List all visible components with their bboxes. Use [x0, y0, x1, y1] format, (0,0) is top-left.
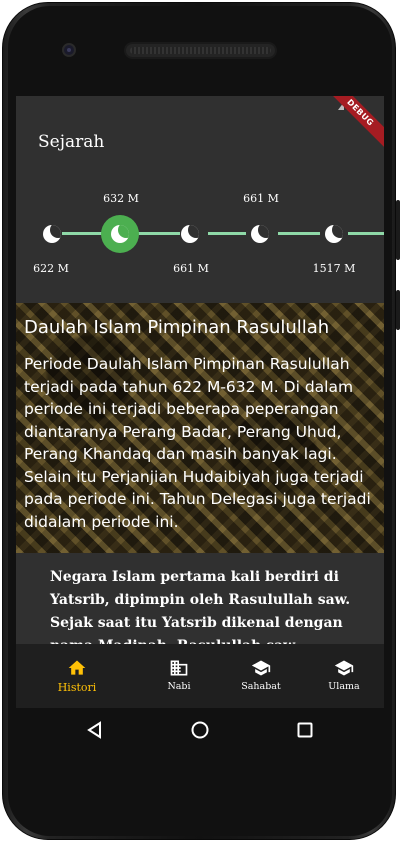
- crescent-moon-icon: [181, 225, 199, 243]
- nav-item-ulama[interactable]: Ulama: [309, 658, 379, 692]
- timeline-connector: [208, 232, 246, 235]
- period-banner: Daulah Islam Pimpinan Rasulullah Periode…: [16, 303, 384, 553]
- timeline-connector: [278, 232, 320, 235]
- back-icon[interactable]: [86, 721, 104, 739]
- recents-icon[interactable]: [296, 721, 314, 739]
- timeline-year-label: 632 M: [103, 192, 139, 205]
- timeline-node[interactable]: [176, 220, 204, 248]
- timeline-year-label: 661 M: [243, 192, 279, 205]
- timeline-node[interactable]: [320, 220, 348, 248]
- timeline-year-label: 661 M: [173, 262, 209, 275]
- timeline-connector: [136, 232, 180, 235]
- earpiece-speaker: [124, 42, 277, 59]
- school-icon: [334, 660, 354, 676]
- volume-button: [396, 200, 400, 260]
- timeline-year-label: 1517 M: [312, 262, 356, 275]
- nav-item-nabi[interactable]: Nabi: [144, 658, 214, 692]
- home-circle-icon[interactable]: [191, 721, 209, 739]
- timeline-node[interactable]: [38, 220, 66, 248]
- building-icon: [170, 660, 188, 676]
- nav-label: Nabi: [167, 681, 191, 692]
- timeline-node[interactable]: [246, 220, 274, 248]
- home-icon: [68, 660, 86, 675]
- front-camera: [62, 43, 76, 57]
- timeline-year-label: 622 M: [33, 262, 69, 275]
- crescent-moon-icon: [43, 225, 61, 243]
- debug-banner: DEBUG: [319, 96, 384, 154]
- bottom-navigation: Histori Nabi Sahabat Ulama: [16, 644, 384, 708]
- app-screen: DEBUG Sejarah 632 M 661 M 622 M 661 M 15…: [16, 96, 384, 708]
- nav-item-sahabat[interactable]: Sahabat: [226, 658, 296, 692]
- crescent-moon-icon: [111, 225, 129, 243]
- school-icon: [251, 660, 271, 676]
- nav-label: Sahabat: [241, 681, 281, 692]
- crescent-moon-icon: [325, 225, 343, 243]
- nav-item-histori[interactable]: Histori: [42, 658, 112, 694]
- timeline-node-active[interactable]: [101, 215, 139, 253]
- timeline: 632 M 661 M 622 M 661 M 1517 M: [16, 184, 384, 284]
- page-title: Sejarah: [38, 132, 105, 152]
- period-title: Daulah Islam Pimpinan Rasulullah: [24, 317, 330, 338]
- crescent-moon-icon: [251, 225, 269, 243]
- system-navigation-bar: [16, 708, 384, 752]
- power-button: [396, 290, 400, 330]
- period-summary: Periode Daulah Islam Pimpinan Rasulullah…: [24, 355, 371, 531]
- nav-label: Histori: [57, 681, 97, 694]
- phone-frame: DEBUG Sejarah 632 M 661 M 622 M 661 M 15…: [0, 0, 400, 848]
- nav-label: Ulama: [328, 681, 360, 692]
- timeline-connector: [348, 232, 384, 235]
